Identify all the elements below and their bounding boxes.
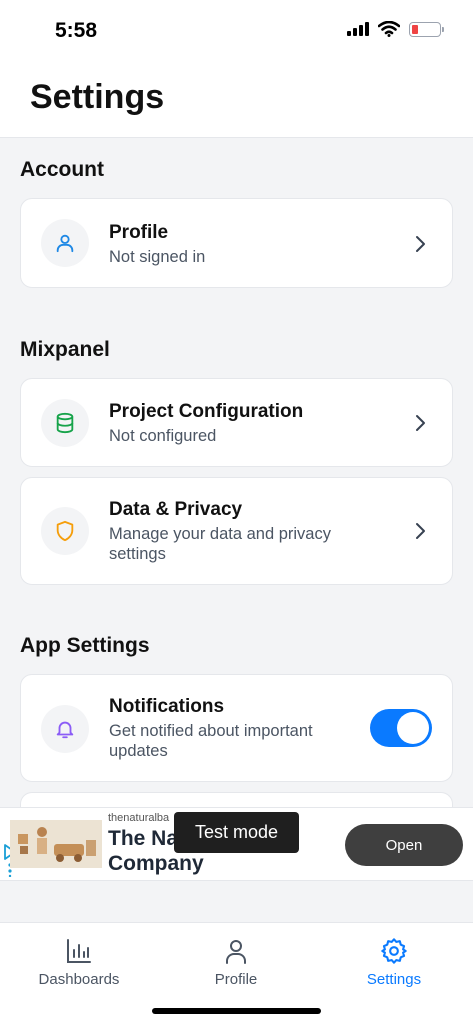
- gear-icon: [381, 938, 407, 964]
- shield-icon: [41, 507, 89, 555]
- ad-banner[interactable]: thenaturalba The Na Company Test mode Op…: [0, 807, 473, 881]
- person-icon: [226, 940, 246, 964]
- profile-card[interactable]: Profile Not signed in: [20, 198, 453, 288]
- chevron-right-icon: [416, 236, 425, 252]
- section-title-app-settings: App Settings: [20, 634, 150, 657]
- project-configuration-title: Project Configuration: [109, 401, 304, 422]
- wifi-icon: [378, 21, 400, 37]
- profile-title: Profile: [109, 222, 169, 243]
- data-privacy-card[interactable]: Data & Privacy Manage your data and priv…: [20, 477, 453, 585]
- section-title-mixpanel: Mixpanel: [20, 338, 110, 361]
- top-header: 5:58 Settings: [0, 0, 473, 138]
- database-icon: [41, 399, 89, 447]
- status-icons: [347, 21, 444, 37]
- chevron-right-icon: [416, 523, 425, 539]
- chevron-right-icon: [416, 415, 425, 431]
- home-indicator: [152, 1008, 321, 1014]
- notifications-toggle[interactable]: [370, 709, 432, 747]
- status-time: 5:58: [55, 19, 98, 42]
- tab-label: Dashboards: [38, 971, 120, 988]
- test-mode-toast: Test mode: [174, 812, 299, 853]
- notifications-title: Notifications: [109, 696, 225, 717]
- bar-chart-icon: [67, 939, 91, 963]
- notifications-subtitle: Get notified about important updates: [109, 722, 313, 760]
- data-privacy-title: Data & Privacy: [109, 499, 243, 520]
- section-title-account: Account: [20, 158, 104, 181]
- bell-icon: [41, 705, 89, 753]
- ad-open-button[interactable]: Open: [345, 824, 463, 866]
- project-configuration-subtitle: Not configured: [109, 427, 217, 445]
- tab-settings[interactable]: Settings: [334, 937, 454, 988]
- battery-icon: [409, 21, 444, 37]
- tab-dashboards[interactable]: Dashboards: [19, 937, 139, 988]
- cellular-signal-icon: [347, 22, 369, 36]
- profile-subtitle: Not signed in: [109, 248, 206, 266]
- tab-label: Settings: [366, 971, 422, 988]
- ad-product-image[interactable]: [10, 820, 102, 868]
- tab-label: Profile: [214, 971, 258, 988]
- notifications-card: Notifications Get notified about importa…: [20, 674, 453, 782]
- user-icon: [41, 219, 89, 267]
- project-configuration-card[interactable]: Project Configuration Not configured: [20, 378, 453, 467]
- data-privacy-subtitle: Manage your data and privacy settings: [109, 525, 331, 563]
- page-title: Settings: [30, 78, 165, 116]
- tab-bar: Dashboards Profile Settings: [0, 922, 473, 1024]
- tab-profile[interactable]: Profile: [176, 937, 296, 988]
- ad-source: thenaturalba: [108, 812, 170, 824]
